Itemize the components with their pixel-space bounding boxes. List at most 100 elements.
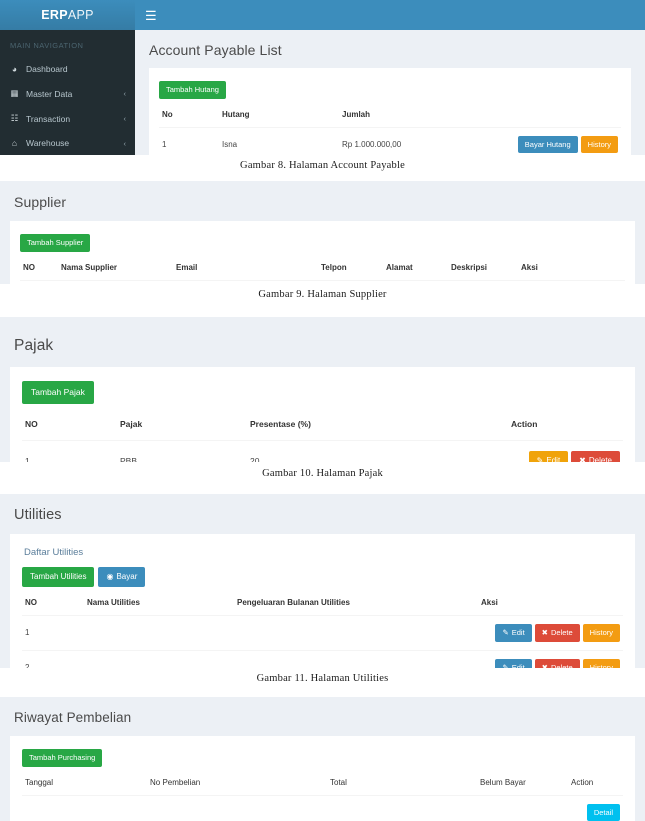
cell-no: 1 <box>20 279 58 284</box>
cell-no: 1 <box>159 126 219 155</box>
screenshot-pajak: Pajak Tambah Pajak NO Pajak Presentase (… <box>0 317 645 462</box>
history-button[interactable]: History <box>580 135 618 153</box>
screenshot-utilities: Utilities Daftar Utilities Tambah Utilit… <box>0 494 645 668</box>
toolbar: Tambah Purchasing <box>22 747 623 769</box>
sidebar-item-label: Dashboard <box>26 64 68 74</box>
table-row: 1 PBB 20 ✎ Edit ✖ Delete <box>22 439 623 462</box>
credit-card-icon: ☷ <box>10 113 19 123</box>
cell-pengeluaran <box>234 615 478 650</box>
cell-no: 1 <box>22 439 117 462</box>
column-header-telpon: Telpon <box>318 253 383 281</box>
chevron-left-icon: ‹ <box>123 114 127 123</box>
page-title: Supplier <box>14 194 67 210</box>
edit-button-label: Edit <box>511 628 525 637</box>
cell-actions: Detail <box>568 794 623 821</box>
column-header-alamat: Alamat <box>383 253 448 281</box>
cell-actions: ✎Edit✖Delete <box>508 439 623 462</box>
sidebar-item-transaction[interactable]: ☷ Transaction ‹ <box>0 106 135 131</box>
delete-icon: ✖ <box>579 455 586 462</box>
figure-caption: Gambar 9. Halaman Supplier <box>258 289 387 300</box>
content-panel: Tambah Supplier NO Nama Supplier Email T… <box>10 221 635 284</box>
cell-nama-utilities <box>84 649 234 668</box>
delete-button[interactable]: ✖ Delete <box>571 450 620 462</box>
cell-nama-supplier <box>58 279 173 284</box>
figure-caption: Gambar 10. Halaman Pajak <box>262 468 383 479</box>
figure-riwayat-pembelian: Riwayat Pembelian Tambah Purchasing Tang… <box>0 697 645 821</box>
column-header-action: Action <box>508 405 623 441</box>
edit-button[interactable]: ✎ Edit <box>495 624 532 642</box>
cell-no-pembelian <box>147 794 327 821</box>
figure-account-payable: ERP APP ☰ MAIN NAVIGATION ◕ Dashboard ▦ M… <box>0 0 645 171</box>
column-header-presentase: Presentase (%) <box>247 405 508 441</box>
column-header-action <box>511 100 621 128</box>
column-header-tanggal: Tanggal <box>22 768 147 796</box>
bayar-button-label: Bayar <box>116 572 138 581</box>
table-header-row: NO Pajak Presentase (%) Action <box>22 405 623 441</box>
history-button[interactable]: History <box>582 658 620 668</box>
navbar-right: ☰ <box>135 0 645 30</box>
screenshot-riwayat-pembelian: Riwayat Pembelian Tambah Purchasing Tang… <box>0 697 645 821</box>
screenshot-account-payable: ERP APP ☰ MAIN NAVIGATION ◕ Dashboard ▦ M… <box>0 0 645 155</box>
bayar-button[interactable]: ◉ Bayar <box>98 567 146 587</box>
cell-tanggal <box>22 794 147 821</box>
cell-no: 2 <box>22 649 84 668</box>
content-panel: Tambah Hutang No Hutang Jumlah 1 Isna Rp… <box>149 68 631 155</box>
add-supplier-button[interactable]: Tambah Supplier <box>20 234 91 252</box>
edit-button[interactable]: ✎ Edit <box>495 658 532 668</box>
delete-button[interactable]: ✖ Delete <box>534 658 580 668</box>
column-header-nama-supplier: Nama Supplier <box>58 253 173 281</box>
figure-caption: Gambar 8. Halaman Account Payable <box>240 160 405 171</box>
add-purchasing-button[interactable]: Tambah Purchasing <box>22 749 103 767</box>
hamburger-menu-icon[interactable]: ☰ <box>145 9 157 22</box>
detail-button[interactable]: Detail <box>586 803 620 821</box>
delete-icon: ✖ <box>541 662 548 668</box>
figure-caption: Gambar 11. Halaman Utilities <box>256 673 389 684</box>
column-header-pengeluaran: Pengeluaran Bulanan Utilities <box>234 589 478 616</box>
delete-button[interactable]: ✖ Delete <box>534 624 580 642</box>
column-header-no: NO <box>22 589 84 616</box>
panel-subtitle: Daftar Utilities <box>24 547 84 558</box>
cell-alamat <box>383 279 448 284</box>
edit-icon: ✎ <box>502 628 509 637</box>
money-icon: ◉ <box>106 572 114 581</box>
cell-actions: Bayar Hutang History <box>511 126 621 155</box>
page-title: Utilities <box>14 507 62 523</box>
table-row: 2 ✎ Edit ✖ Delete History <box>22 649 623 668</box>
sidebar-item-warehouse[interactable]: ⌂ Warehouse ‹ <box>0 131 135 155</box>
utilities-table: NO Nama Utilities Pengeluaran Bulanan Ut… <box>22 589 623 668</box>
table-header-row: NO Nama Utilities Pengeluaran Bulanan Ut… <box>22 589 623 616</box>
edit-button[interactable]: ✎ Edit <box>528 450 569 462</box>
cell-pengeluaran <box>234 649 478 668</box>
chevron-left-icon: ‹ <box>123 138 127 148</box>
app-logo[interactable]: ERP APP <box>0 0 135 30</box>
history-button[interactable]: History <box>582 624 620 642</box>
sidebar-item-dashboard[interactable]: ◕ Dashboard <box>0 57 135 81</box>
add-utilities-button[interactable]: Tambah Utilities <box>22 567 95 587</box>
toolbar: Tambah Utilities ◉ Bayar <box>22 566 623 589</box>
sidebar: MAIN NAVIGATION ◕ Dashboard ▦ Master Dat… <box>0 30 135 155</box>
edit-icon: ✎ <box>502 662 509 668</box>
figure-supplier: Supplier Tambah Supplier NO Nama Supplie… <box>0 181 645 300</box>
column-header-no-pembelian: No Pembelian <box>147 768 327 796</box>
toolbar: Tambah Hutang <box>159 79 621 101</box>
add-hutang-button[interactable]: Tambah Hutang <box>159 81 226 99</box>
cell-telpon <box>318 279 383 284</box>
toolbar: Tambah Supplier <box>20 232 625 254</box>
add-pajak-button[interactable]: Tambah Pajak <box>22 381 94 404</box>
table-row: 1 ✎ Edit ✖ Delete History <box>22 615 623 650</box>
chevron-left-icon: ‹ <box>123 89 127 98</box>
sidebar-item-label: Master Data <box>26 88 73 99</box>
cell-actions: ✎ Edit ✖ Delete History <box>478 649 623 668</box>
main-content: Account Payable List Tambah Hutang No Hu… <box>135 30 645 155</box>
sidebar-item-label: Warehouse <box>26 138 70 148</box>
cell-email <box>173 279 318 284</box>
edit-button-label: Edit <box>546 455 561 462</box>
supplier-table: NO Nama Supplier Email Telpon Alamat Des… <box>20 253 625 284</box>
cell-jumlah: Rp 1.000.000,00 <box>339 126 512 155</box>
cell-no: 1 <box>22 615 84 650</box>
cell-pajak: PBB <box>117 439 247 462</box>
sidebar-item-master-data[interactable]: ▦ Master Data ‹ <box>0 81 135 106</box>
bayar-hutang-button[interactable]: Bayar Hutang <box>517 135 578 153</box>
delete-button-label: Delete <box>550 662 573 668</box>
cell-hutang: Isna <box>219 126 339 155</box>
